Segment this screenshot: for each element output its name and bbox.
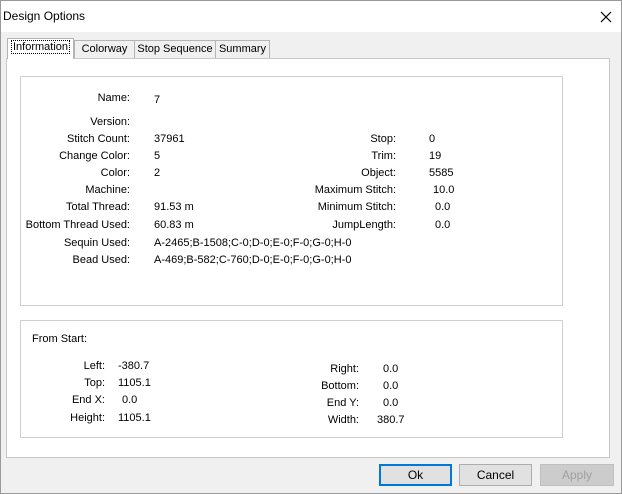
change-color-label: Change Color: [59, 150, 130, 162]
stop-label: Stop: [370, 133, 396, 145]
minimum-stitch-label: Minimum Stitch: [317, 201, 396, 213]
close-icon [600, 11, 612, 22]
bottom-thread-value: 60.83 m [154, 219, 194, 231]
tab-stop-sequence[interactable]: Stop Sequence [134, 40, 216, 58]
total-thread-label: Total Thread: [65, 201, 130, 213]
cancel-button[interactable]: Cancel [459, 464, 532, 486]
trim-label: Trim: [371, 150, 396, 162]
information-group: Name: 7 Version: Stitch Count: 37961 Cha… [20, 76, 563, 306]
height-value: 1105.1 [118, 412, 151, 424]
version-label: Version: [90, 116, 130, 128]
name-value: 7 [154, 94, 161, 106]
bottom-label: Bottom: [321, 380, 359, 392]
tab-information[interactable]: Information [7, 38, 74, 59]
top-label: Top: [84, 377, 105, 389]
left-value: -380.7 [118, 360, 150, 372]
tab-colorway-label: Colorway [81, 43, 128, 55]
minimum-stitch-value: 0.0 [435, 201, 451, 213]
left-label: Left: [83, 360, 105, 372]
stop-value: 0 [429, 133, 436, 145]
bead-used-value: A-469;B-582;C-760;D-0;E-0;F-0;G-0;H-0 [154, 254, 352, 266]
bottom-value: 0.0 [383, 380, 399, 392]
end-y-label: End Y: [326, 397, 359, 409]
end-x-value: 0.0 [122, 394, 138, 406]
from-start-title: From Start: [32, 333, 88, 345]
design-options-dialog: Design Options Information Colorway Stop… [0, 0, 622, 494]
right-value: 0.0 [383, 363, 399, 375]
color-label: Color: [100, 167, 130, 179]
tab-summary[interactable]: Summary [215, 40, 270, 58]
width-label: Width: [327, 414, 359, 426]
ok-button[interactable]: Ok [379, 464, 452, 486]
end-y-value: 0.0 [383, 397, 399, 409]
trim-value: 19 [429, 150, 442, 162]
maximum-stitch-label: Maximum Stitch: [314, 184, 396, 196]
end-x-label: End X: [71, 394, 105, 406]
window-title: Design Options [3, 9, 86, 23]
jump-length-label: JumpLength: [332, 219, 396, 231]
name-label: Name: [97, 92, 130, 104]
title-bar[interactable]: Design Options [1, 1, 621, 32]
color-value: 2 [154, 167, 161, 179]
right-label: Right: [330, 363, 359, 375]
change-color-value: 5 [154, 150, 161, 162]
jump-length-value: 0.0 [435, 219, 451, 231]
from-start-group: From Start: Left: -380.7 Top: 1105.1 End… [20, 320, 563, 438]
information-tab-page: Name: 7 Version: Stitch Count: 37961 Cha… [6, 58, 610, 458]
stitch-count-value: 37961 [154, 133, 185, 145]
apply-button[interactable]: Apply [540, 464, 614, 486]
bottom-thread-label: Bottom Thread Used: [25, 219, 130, 231]
top-value: 1105.1 [118, 377, 151, 389]
total-thread-value: 91.53 m [154, 201, 194, 213]
tab-stop-sequence-label: Stop Sequence [137, 43, 213, 55]
tab-summary-label: Summary [218, 43, 267, 55]
tab-information-label: Information [10, 40, 71, 54]
object-value: 5585 [429, 167, 454, 179]
bead-used-label: Bead Used: [72, 254, 130, 266]
tab-colorway[interactable]: Colorway [74, 40, 135, 58]
width-value: 380.7 [377, 414, 405, 426]
maximum-stitch-value: 10.0 [433, 184, 455, 196]
stitch-count-label: Stitch Count: [67, 133, 130, 145]
height-label: Height: [70, 412, 105, 424]
close-button[interactable] [591, 1, 621, 32]
machine-label: Machine: [85, 184, 130, 196]
sequin-used-label: Sequin Used: [63, 237, 130, 249]
sequin-used-value: A-2465;B-1508;C-0;D-0;E-0;F-0;G-0;H-0 [154, 237, 352, 249]
object-label: Object: [361, 167, 396, 179]
